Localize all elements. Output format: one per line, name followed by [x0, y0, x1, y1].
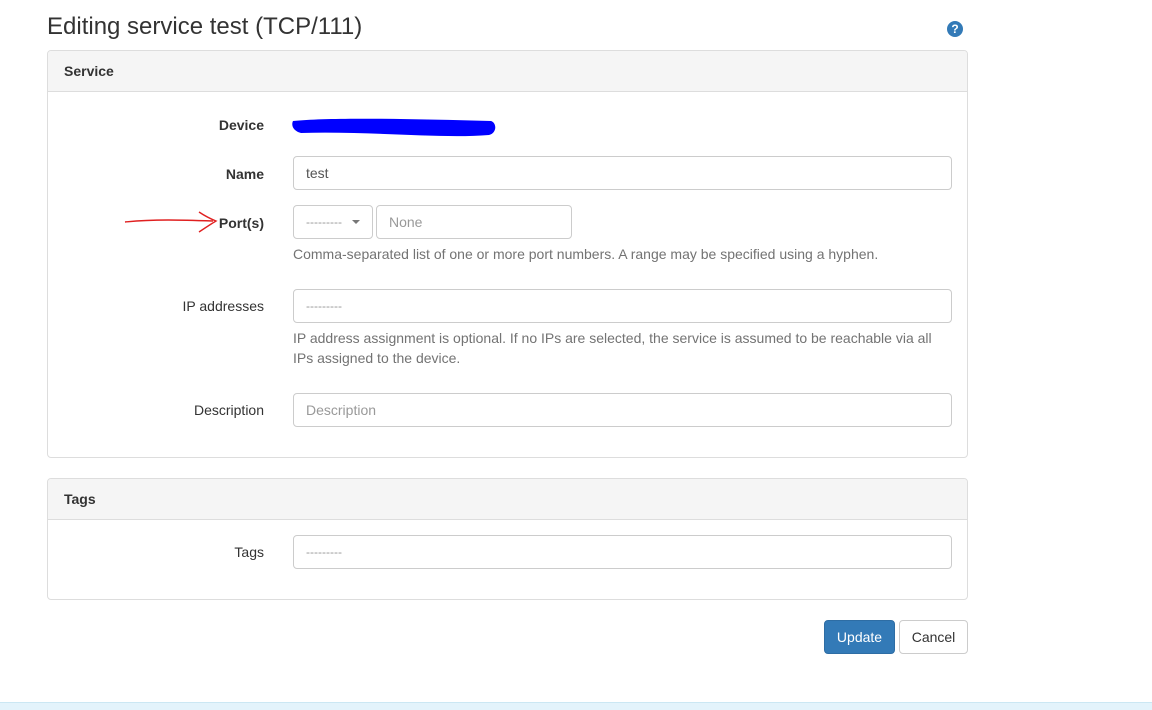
description-label: Description — [193, 402, 264, 418]
tags-panel-heading: Tags — [48, 479, 967, 520]
ports-label: Port(s) — [218, 215, 264, 231]
ip-addresses-help-line1: IP address assignment is optional. If no… — [293, 330, 932, 346]
footer-strip — [0, 702, 1152, 710]
update-button[interactable]: Update — [824, 620, 895, 654]
tags-panel: Tags Tags --------- — [47, 478, 968, 600]
description-input[interactable]: Description — [293, 393, 952, 427]
name-input[interactable]: test — [293, 156, 952, 190]
service-panel: Service Device Name test Port(s) -------… — [47, 50, 968, 458]
protocol-select-value: --------- — [306, 215, 342, 229]
redacted-device-scribble — [292, 118, 496, 137]
tags-label: Tags — [234, 544, 264, 560]
page-title: Editing service test (TCP/111) — [47, 13, 363, 40]
protocol-select[interactable]: --------- — [293, 205, 373, 239]
ip-addresses-select[interactable]: --------- — [293, 289, 952, 323]
ip-addresses-help-line2: IPs assigned to the device. — [293, 350, 461, 366]
chevron-down-icon — [352, 220, 360, 224]
ports-help-text: Comma-separated list of one or more port… — [293, 246, 879, 262]
cancel-button[interactable]: Cancel — [899, 620, 968, 654]
name-label: Name — [225, 166, 264, 182]
service-panel-heading: Service — [48, 51, 967, 92]
question-circle-icon[interactable]: ? — [947, 21, 963, 37]
ports-input[interactable]: None — [376, 205, 572, 239]
ip-addresses-label: IP addresses — [182, 298, 264, 314]
device-label: Device — [218, 117, 264, 133]
tags-select[interactable]: --------- — [293, 535, 952, 569]
